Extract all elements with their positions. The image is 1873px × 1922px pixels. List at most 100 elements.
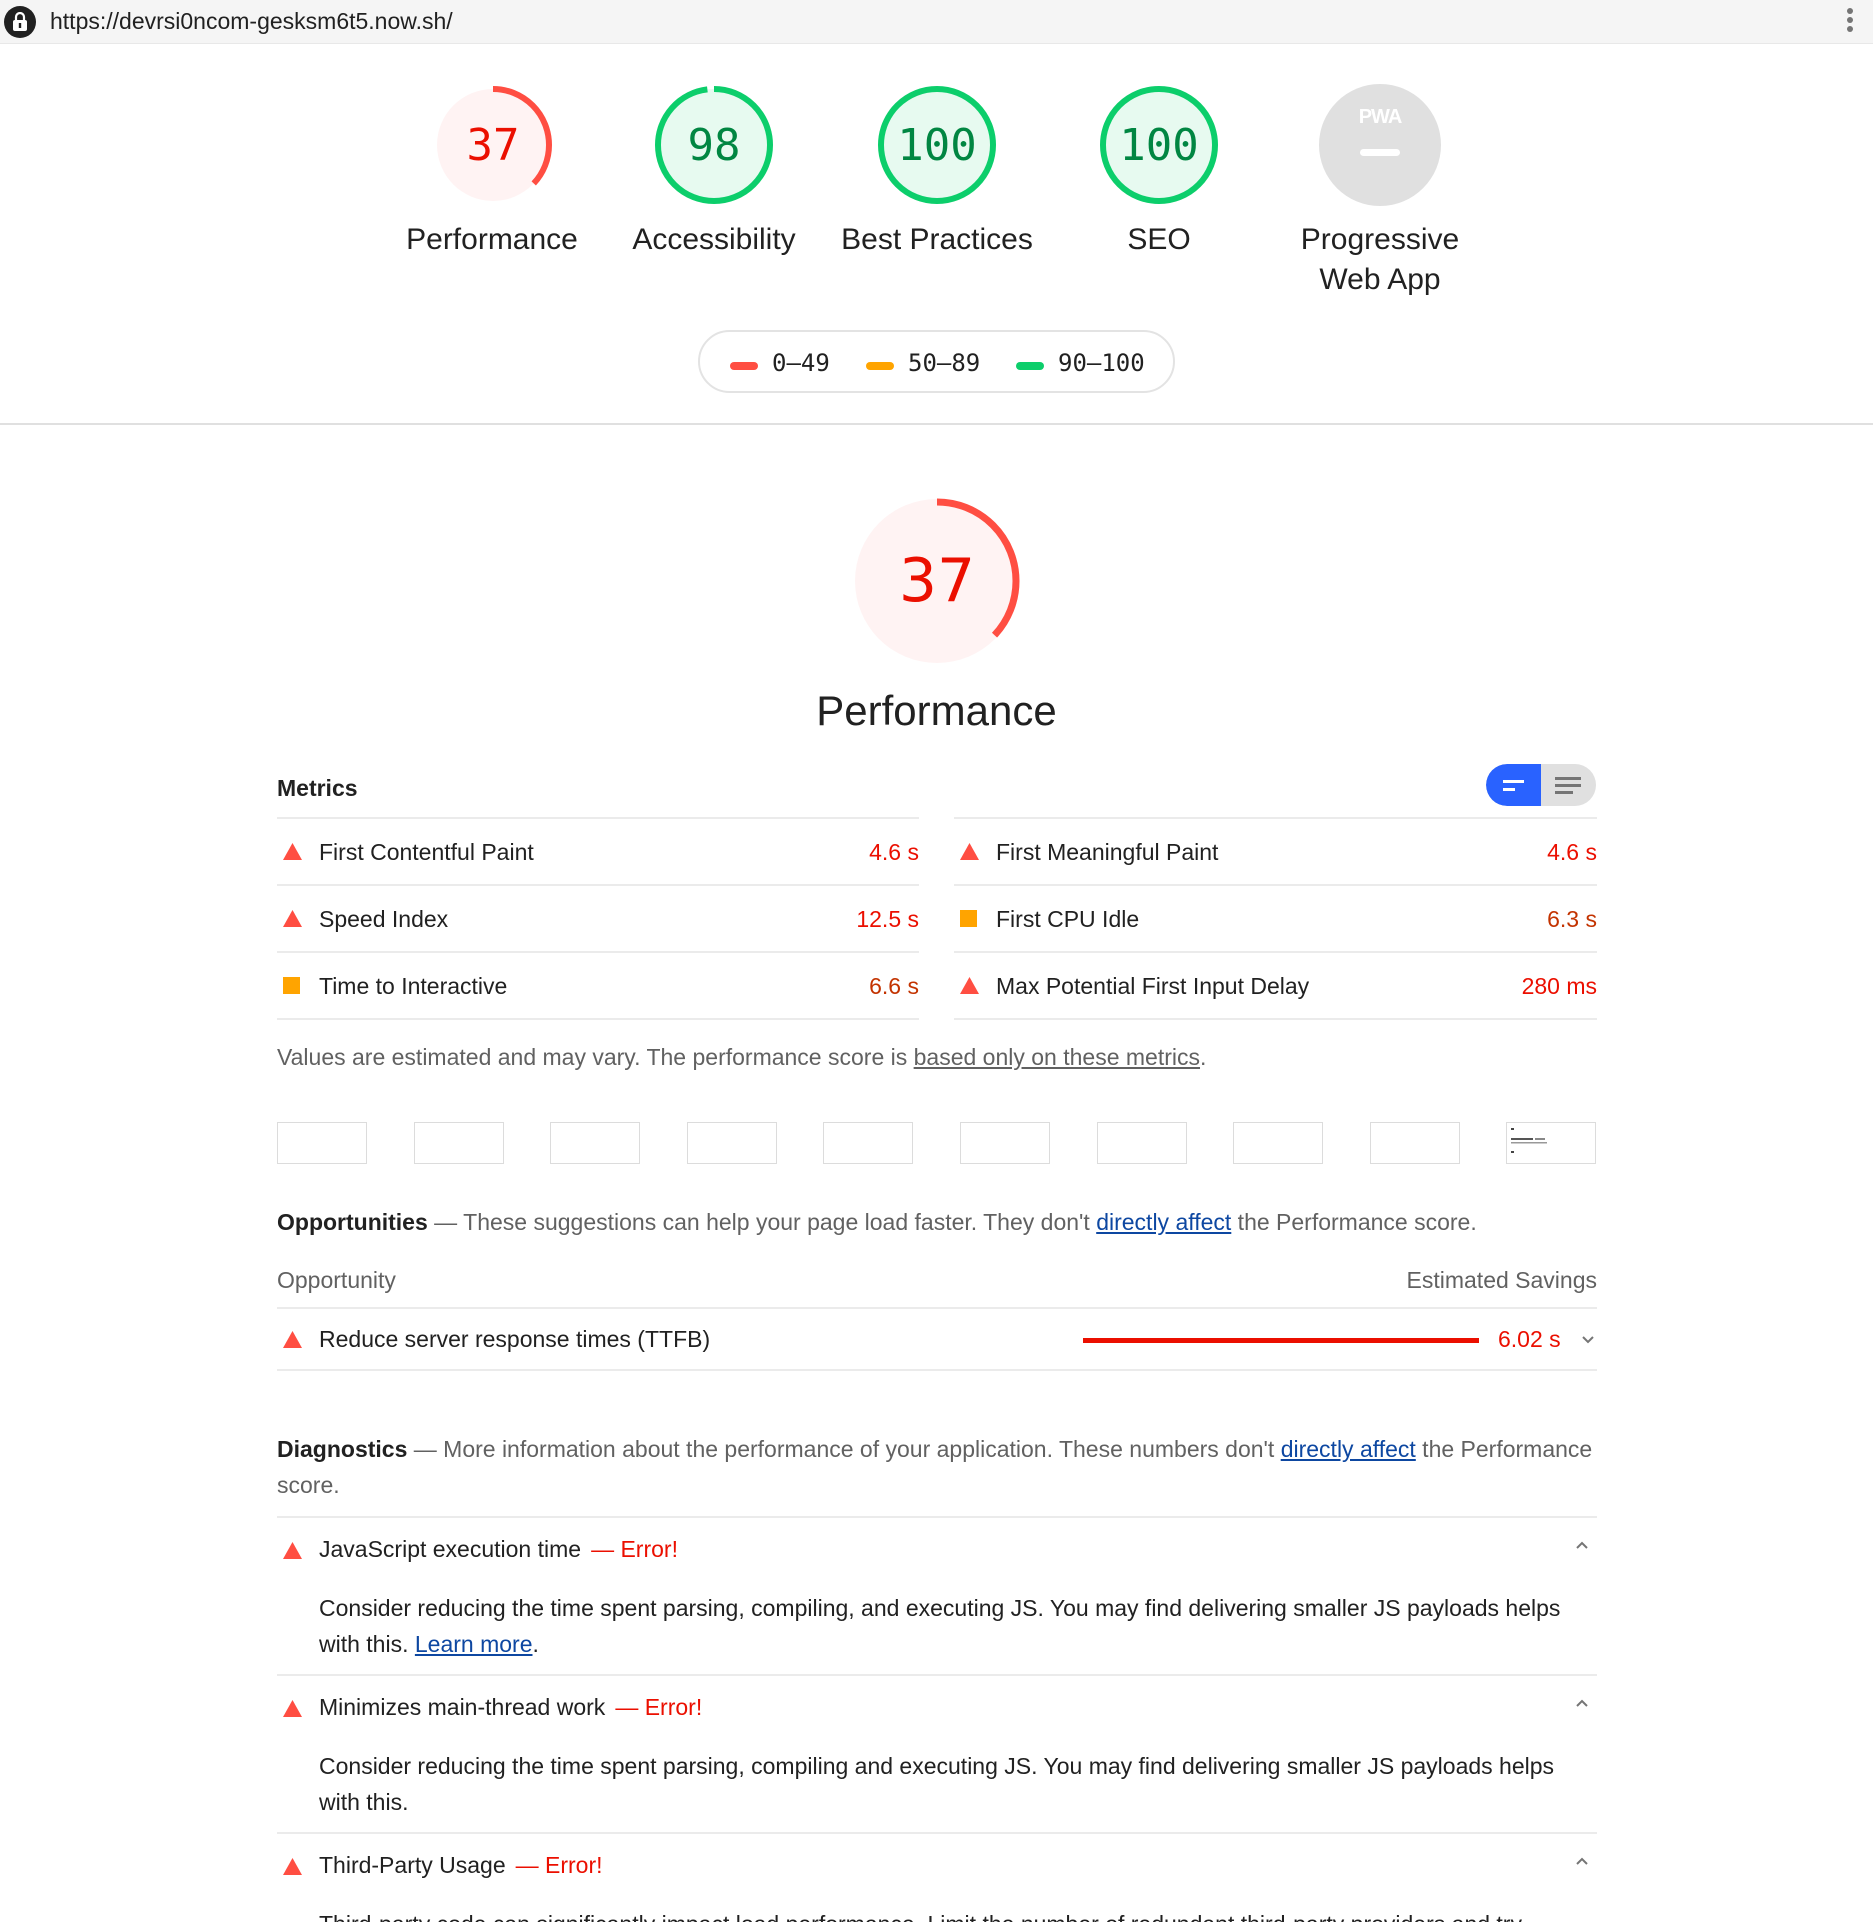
filmstrip-frame <box>687 1122 777 1164</box>
fail-triangle-icon <box>283 1331 302 1348</box>
gauge-label-line1: Progressive <box>1300 223 1460 256</box>
gauge-label: Accessibility <box>632 223 796 256</box>
score-value: 100 <box>1119 120 1199 171</box>
metric-max-potential-fid: Max Potential First Input Delay 280 ms <box>954 951 1597 1020</box>
scoring-link[interactable]: based only on these metrics <box>914 1044 1200 1070</box>
gauge-accessibility[interactable]: 98 Accessibility <box>614 84 814 274</box>
filmstrip-frame-final <box>1506 1122 1596 1164</box>
gauge-best-practices[interactable]: 100 Best Practices <box>827 84 1047 274</box>
diagnostic-main-thread-work[interactable]: Minimizes main-thread work — Error! Consi… <box>277 1674 1597 1832</box>
chevron-up-icon[interactable] <box>1575 1540 1589 1550</box>
header-divider <box>0 423 1873 425</box>
gauge-seo[interactable]: 100 SEO <box>1059 84 1259 274</box>
diagnostic-third-party-usage[interactable]: Third-Party Usage — Error! Third-party co… <box>277 1832 1597 1922</box>
opportunity-columns: Opportunity Estimated Savings <box>277 1267 1597 1294</box>
link-suffix: . <box>532 1631 539 1657</box>
metric-value: 4.6 s <box>869 839 919 865</box>
gauge-pwa[interactable]: PWA Progressive Web App <box>1280 84 1480 304</box>
metric-name: First Contentful Paint <box>319 839 534 865</box>
chevron-up-icon[interactable] <box>1575 1698 1589 1708</box>
legend-pass: 90–100 <box>1058 349 1145 377</box>
learn-more-link[interactable]: Learn more <box>415 1631 533 1657</box>
metric-speed-index: Speed Index 12.5 s <box>277 884 919 951</box>
filmstrip-frame <box>823 1122 913 1164</box>
metric-name: Speed Index <box>319 906 449 932</box>
metrics-heading: Metrics <box>277 775 358 801</box>
opportunity-ttfb[interactable]: Reduce server response times (TTFB) 6.02… <box>277 1307 1597 1371</box>
score-value: 37 <box>466 120 520 171</box>
error-label: — Error! <box>615 1694 703 1720</box>
diagnostics-desc: — More information about the performance… <box>407 1436 1281 1462</box>
note-text: Values are estimated and may vary. The p… <box>277 1044 914 1070</box>
diagnostic-description: Consider reducing the time spent parsing… <box>319 1590 1589 1662</box>
chevron-up-icon[interactable] <box>1575 1856 1589 1866</box>
metric-first-meaningful-paint: First Meaningful Paint 4.6 s <box>954 817 1597 884</box>
column-estimated-savings: Estimated Savings <box>1406 1267 1597 1293</box>
metric-value: 6.3 s <box>1547 906 1597 932</box>
metric-name: First CPU Idle <box>996 906 1140 932</box>
pwa-badge-icon <box>1319 84 1441 206</box>
fail-triangle-icon <box>283 1700 302 1717</box>
pass-dash-icon <box>1016 362 1044 370</box>
diagnostic-js-execution-time[interactable]: JavaScript execution time — Error! Consid… <box>277 1516 1597 1674</box>
filmstrip-frame <box>1233 1122 1323 1164</box>
page-preview-thumbnail <box>1511 1128 1547 1153</box>
performance-title: Performance <box>816 687 1057 734</box>
metric-name: First Meaningful Paint <box>996 839 1219 865</box>
diagnostics-header: Diagnostics — More information about the… <box>277 1431 1597 1503</box>
metric-view-toggle[interactable] <box>1486 764 1596 806</box>
diagnostic-name: Third-Party Usage <box>319 1852 506 1878</box>
metric-value: 12.5 s <box>856 906 919 932</box>
metric-name: Max Potential First Input Delay <box>996 973 1310 999</box>
gauge-label-line2: Web App <box>1319 263 1441 296</box>
fail-triangle-icon <box>283 1858 302 1875</box>
fail-dash-icon <box>730 362 758 370</box>
url-text[interactable]: https://devrsi0ncom-gesksm6t5.now.sh/ <box>50 8 453 35</box>
average-square-icon <box>283 977 300 994</box>
metric-name: Time to Interactive <box>319 973 508 999</box>
filmstrip-frame <box>960 1122 1050 1164</box>
opportunities-link[interactable]: directly affect <box>1096 1209 1231 1235</box>
diagnostic-description: Consider reducing the time spent parsing… <box>319 1753 1555 1815</box>
opportunities-title: Opportunities <box>277 1209 428 1235</box>
metric-first-cpu-idle: First CPU Idle 6.3 s <box>954 884 1597 951</box>
savings-bar <box>1083 1338 1479 1343</box>
diagnostic-description: Third-party code can significantly impac… <box>319 1906 1589 1922</box>
score-value: 98 <box>687 120 741 171</box>
fail-triangle-icon <box>283 1542 302 1559</box>
opportunity-name: Reduce server response times (TTFB) <box>319 1326 711 1352</box>
performance-score-gauge: 37 <box>852 496 1022 666</box>
opportunities-header: Opportunities — These suggestions can he… <box>277 1204 1597 1240</box>
site-info-icon[interactable] <box>4 6 36 38</box>
filmstrip-frame <box>1097 1122 1187 1164</box>
filmstrip-frame <box>414 1122 504 1164</box>
metric-value: 6.6 s <box>869 973 919 999</box>
gauge-performance[interactable]: 37 Performance <box>392 84 592 274</box>
fail-triangle-icon <box>960 977 979 994</box>
savings-value: 6.02 s <box>1498 1326 1561 1352</box>
score-value: 37 <box>898 546 976 616</box>
diagnostics-title: Diagnostics <box>277 1436 408 1462</box>
diagnostics-link[interactable]: directly affect <box>1281 1436 1416 1462</box>
gauge-label: Performance <box>406 223 578 256</box>
fail-triangle-icon <box>283 910 302 927</box>
filmstrip-frame <box>1370 1122 1460 1164</box>
metric-value: 280 ms <box>1521 973 1597 999</box>
fail-triangle-icon <box>283 843 302 860</box>
average-square-icon <box>960 910 977 927</box>
fail-triangle-icon <box>960 843 979 860</box>
metric-time-to-interactive: Time to Interactive 6.6 s <box>277 951 919 1020</box>
metric-first-contentful-paint: First Contentful Paint 4.6 s <box>277 817 919 884</box>
error-label: — Error! <box>515 1852 603 1878</box>
legend-fail: 0–49 <box>772 349 830 377</box>
filmstrip-frame <box>277 1122 367 1164</box>
more-menu-icon[interactable] <box>1845 8 1855 36</box>
opportunities-desc-suffix: the Performance score. <box>1231 1209 1477 1235</box>
chevron-down-icon[interactable] <box>1581 1335 1595 1345</box>
filmstrip-frame <box>550 1122 640 1164</box>
gauge-label: SEO <box>1127 223 1191 256</box>
metric-value: 4.6 s <box>1547 839 1597 865</box>
score-scale-legend: 0–49 50–89 90–100 <box>698 330 1175 393</box>
compact-view-icon[interactable] <box>1486 764 1541 806</box>
opportunities-desc: — These suggestions can help your page l… <box>427 1209 1097 1235</box>
